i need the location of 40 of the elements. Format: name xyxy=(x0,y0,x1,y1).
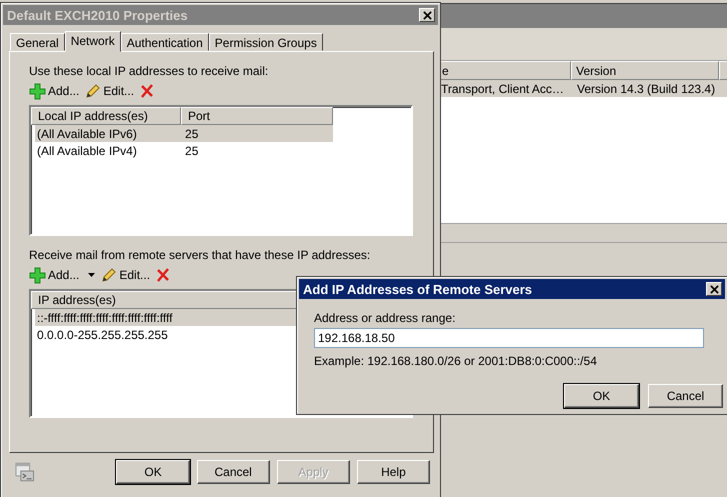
close-icon xyxy=(710,284,718,294)
list-row[interactable]: (All Available IPv4) 25 xyxy=(35,142,333,159)
tab[interactable]: General xyxy=(10,33,65,51)
x-icon xyxy=(140,84,154,98)
add-button[interactable]: Add... xyxy=(29,82,80,100)
tab[interactable]: Authentication xyxy=(120,33,209,51)
edit-button[interactable]: Edit... xyxy=(85,83,134,99)
address-field[interactable]: 192.168.18.50 xyxy=(314,328,704,348)
caret-icon xyxy=(88,273,96,277)
tab[interactable]: Permission Groups xyxy=(208,33,323,51)
pencil-icon xyxy=(85,83,102,99)
dialog-button[interactable]: Cancel xyxy=(196,460,270,484)
window-title: Default EXCH2010 Properties xyxy=(7,8,188,22)
list-row[interactable]: ::-ffff:ffff:ffff:ffff:ffff:ffff:ffff:ffff xyxy=(35,309,297,326)
edit-button[interactable]: Edit... xyxy=(101,267,150,283)
delete-button[interactable] xyxy=(156,268,170,282)
dialog-button[interactable]: OK xyxy=(116,460,190,484)
dialog-button[interactable]: Cancel xyxy=(648,384,723,408)
column-header[interactable]: Local IP address(es) xyxy=(31,107,181,125)
section-label: Receive mail from remote servers that have these IP addresses: xyxy=(29,248,372,262)
column-header[interactable]: Version xyxy=(571,61,719,80)
close-button[interactable] xyxy=(419,8,435,22)
close-button[interactable] xyxy=(706,282,722,296)
section-label: Use these local IP addresses to receive mail: xyxy=(29,64,270,78)
list-row[interactable]: 0.0.0.0-255.255.255.255 xyxy=(35,326,297,343)
field-label: Address or address range: xyxy=(314,311,456,325)
dialog-button[interactable]: OK xyxy=(564,384,639,408)
close-icon xyxy=(422,10,432,20)
x-icon xyxy=(156,268,170,282)
add-button[interactable]: Add... xyxy=(29,266,96,284)
example-text: Example: 192.168.180.0/26 or 2001:DB8:0:C000::/54 xyxy=(314,354,598,368)
column-header[interactable]: Port xyxy=(181,107,333,125)
plus-icon xyxy=(29,82,46,100)
tab[interactable]: Network xyxy=(64,31,121,52)
pencil-icon xyxy=(101,267,118,283)
delete-button[interactable] xyxy=(140,84,154,98)
plus-icon xyxy=(29,266,46,284)
dialog-button[interactable]: Help xyxy=(356,460,430,484)
shell-window-icon xyxy=(15,462,34,482)
list-row[interactable]: (All Available IPv6) 25 xyxy=(35,125,333,142)
